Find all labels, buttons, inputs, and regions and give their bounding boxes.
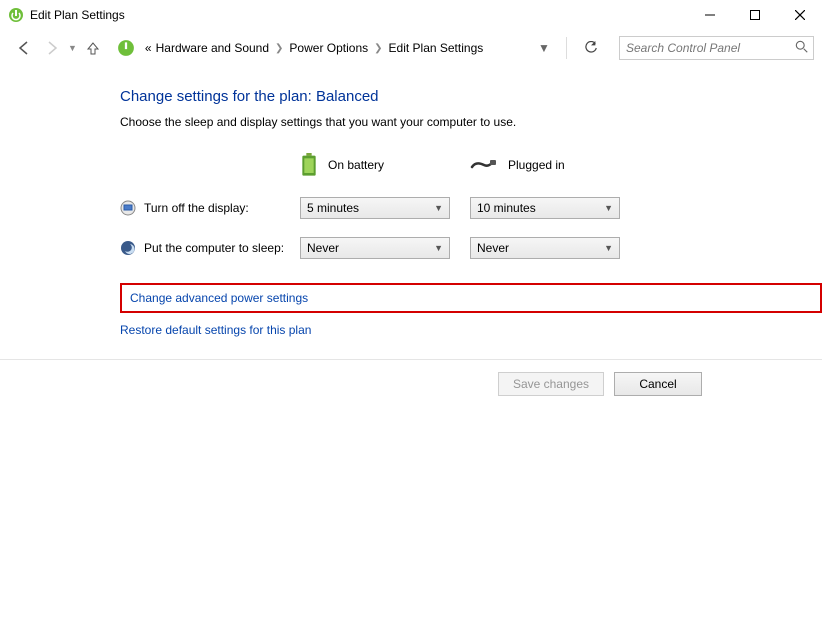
back-button[interactable] [12, 36, 36, 60]
display-label: Turn off the display: [144, 201, 249, 215]
divider [566, 37, 567, 59]
search-box[interactable] [619, 36, 814, 60]
display-battery-value: 5 minutes [307, 201, 359, 215]
search-icon [795, 40, 809, 54]
chevron-down-icon: ▼ [434, 243, 443, 253]
chevron-right-icon[interactable]: ❯ [370, 43, 386, 54]
save-button: Save changes [498, 372, 604, 396]
cancel-button[interactable]: Cancel [614, 372, 702, 396]
page-heading: Change settings for the plan: Balanced [120, 88, 822, 105]
page-subtext: Choose the sleep and display settings th… [120, 115, 822, 129]
breadcrumb: « Hardware and Sound ❯ Power Options ❯ E… [143, 41, 556, 55]
advanced-settings-link[interactable]: Change advanced power settings [130, 291, 308, 305]
chevron-down-icon: ▼ [604, 243, 613, 253]
chevron-down-icon: ▼ [434, 203, 443, 213]
sleep-battery-value: Never [307, 241, 339, 255]
breadcrumb-item-edit[interactable]: Edit Plan Settings [387, 41, 486, 55]
refresh-button[interactable] [577, 37, 605, 59]
column-headers: On battery Plugged in [120, 153, 822, 177]
button-row: Save changes Cancel [0, 360, 822, 396]
minimize-button[interactable] [687, 0, 732, 30]
display-row: Turn off the display: 5 minutes ▼ 10 min… [120, 197, 822, 219]
restore-defaults-link[interactable]: Restore default settings for this plan [120, 323, 311, 337]
display-icon [120, 200, 136, 216]
sleep-plugged-select[interactable]: Never ▼ [470, 237, 620, 259]
display-battery-select[interactable]: 5 minutes ▼ [300, 197, 450, 219]
address-bar-icon [117, 39, 135, 57]
breadcrumb-prefix[interactable]: « [143, 41, 154, 55]
nav-row: ▼ « Hardware and Sound ❯ Power Options ❯… [0, 30, 822, 66]
sleep-battery-select[interactable]: Never ▼ [300, 237, 450, 259]
content-area: Change settings for the plan: Balanced C… [0, 66, 822, 337]
titlebar: Edit Plan Settings [0, 0, 822, 30]
battery-column-header: On battery [300, 153, 470, 177]
sleep-icon [120, 240, 136, 256]
up-button[interactable] [81, 36, 105, 60]
search-input[interactable] [620, 37, 813, 59]
breadcrumb-item-hardware[interactable]: Hardware and Sound [154, 41, 271, 55]
display-plugged-value: 10 minutes [477, 201, 536, 215]
recent-locations-dropdown[interactable]: ▼ [68, 43, 77, 53]
sleep-label: Put the computer to sleep: [144, 241, 284, 255]
plug-icon [470, 157, 498, 173]
plugged-column-label: Plugged in [508, 158, 565, 172]
maximize-button[interactable] [732, 0, 777, 30]
window-title: Edit Plan Settings [30, 8, 687, 22]
forward-button[interactable] [40, 36, 64, 60]
sleep-plugged-value: Never [477, 241, 509, 255]
sleep-row: Put the computer to sleep: Never ▼ Never… [120, 237, 822, 259]
battery-icon [300, 153, 318, 177]
battery-column-label: On battery [328, 158, 384, 172]
address-bar-dropdown[interactable]: ▼ [538, 41, 556, 55]
chevron-down-icon: ▼ [604, 203, 613, 213]
breadcrumb-item-power[interactable]: Power Options [287, 41, 370, 55]
display-plugged-select[interactable]: 10 minutes ▼ [470, 197, 620, 219]
power-options-icon [8, 7, 24, 23]
chevron-right-icon[interactable]: ❯ [271, 43, 287, 54]
plugged-column-header: Plugged in [470, 157, 640, 173]
advanced-link-highlight: Change advanced power settings [120, 283, 822, 313]
close-button[interactable] [777, 0, 822, 30]
